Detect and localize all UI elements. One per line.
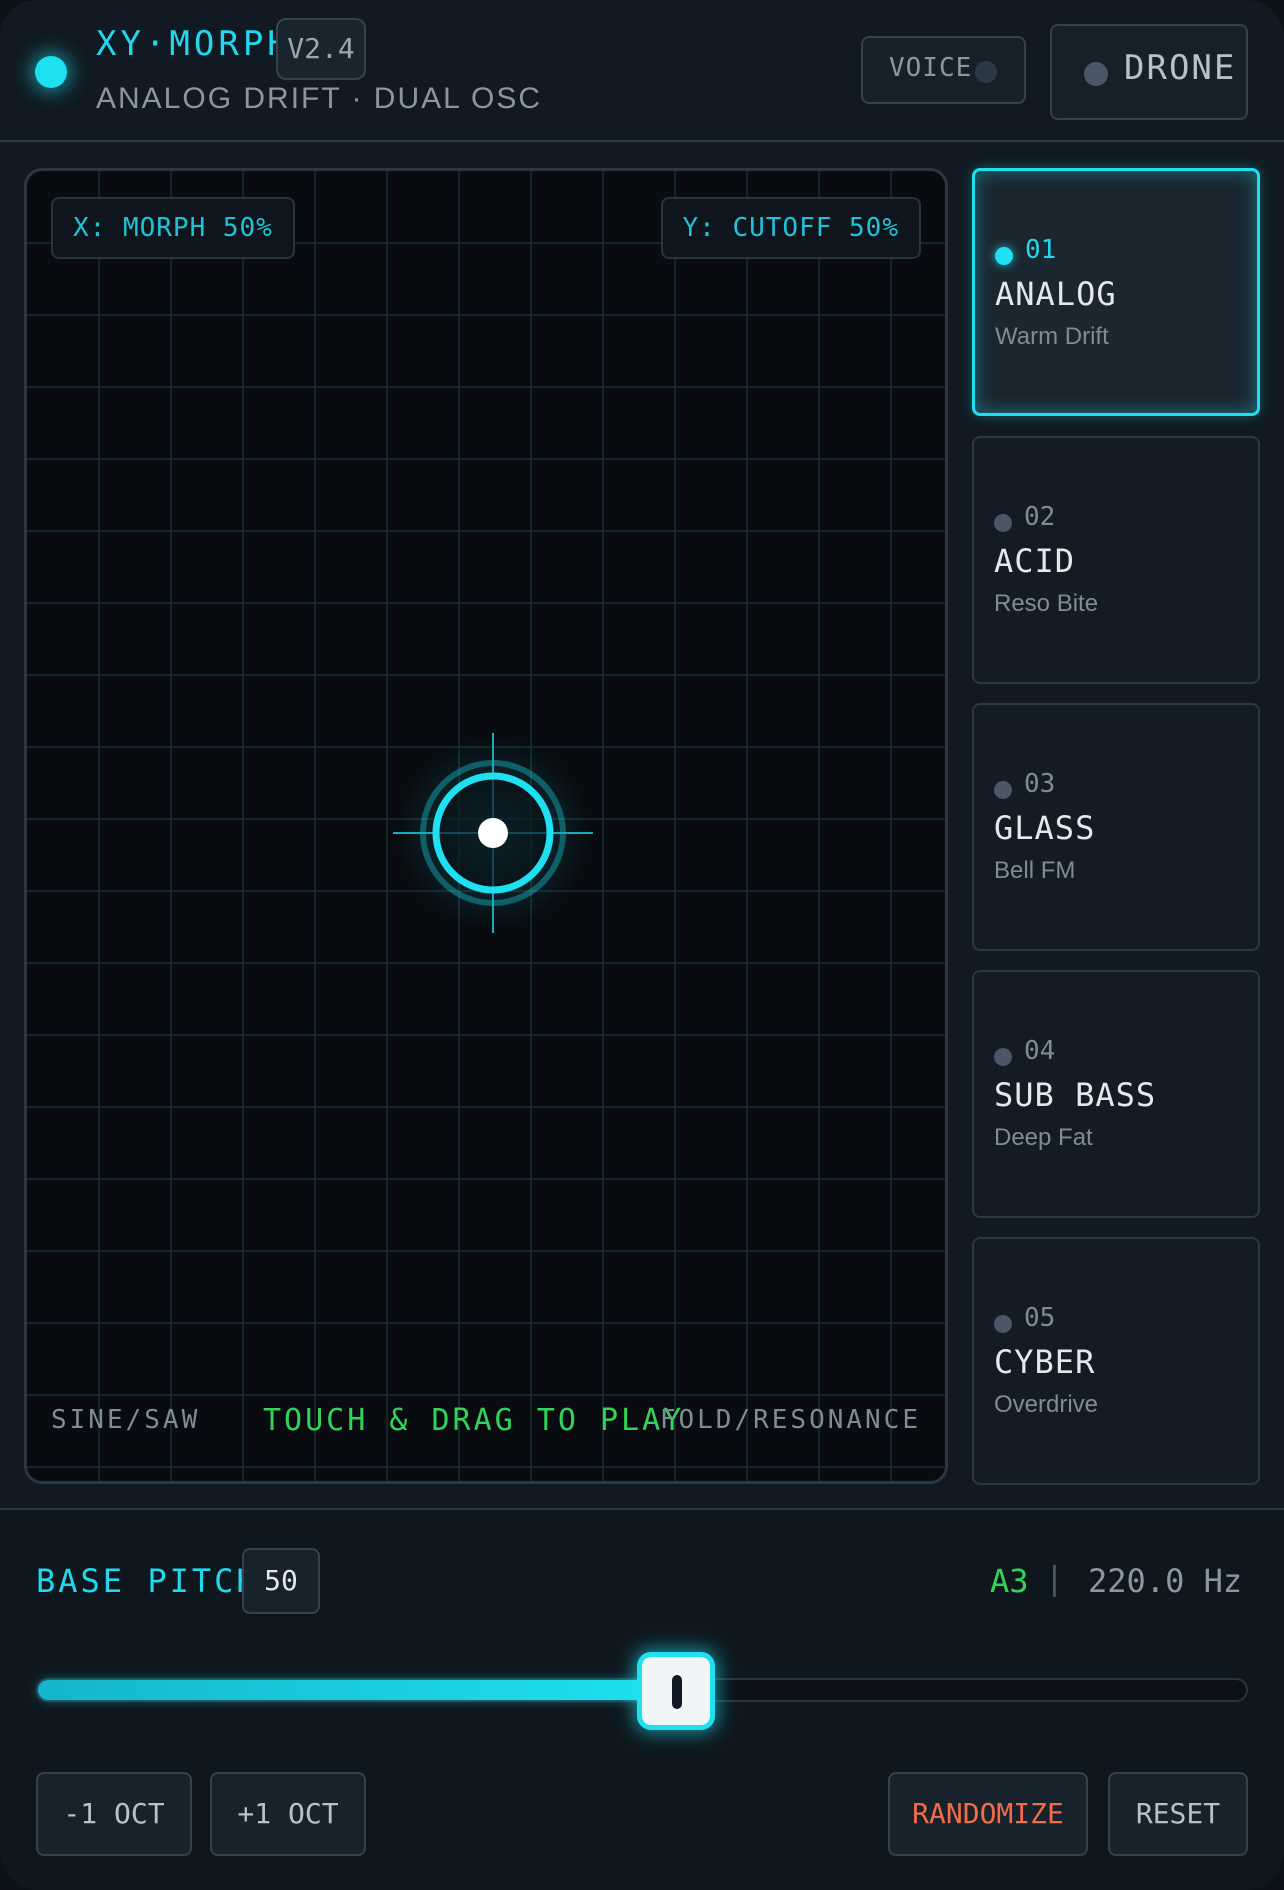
preset-name: ANALOG <box>995 275 1117 313</box>
preset-name: CYBER <box>994 1343 1096 1381</box>
base-pitch-slider-thumb[interactable] <box>637 1652 715 1730</box>
xy-instruction: TOUCH & DRAG TO PLAY <box>263 1403 685 1438</box>
preset-card-acid[interactable]: 02 ACID Reso Bite <box>972 436 1260 684</box>
preset-description: Bell FM <box>994 857 1076 884</box>
base-pitch-slider-fill <box>38 1680 654 1700</box>
slider-grip-icon <box>672 1675 682 1709</box>
x-max-label: FOLD/RESONANCE <box>659 1405 921 1435</box>
preset-card-analog[interactable]: 01 ANALOG Warm Drift <box>972 168 1260 416</box>
octave-down-button[interactable]: -1 OCT <box>36 1772 192 1856</box>
app-subtitle: ANALOG DRIFT · DUAL OSC <box>96 82 543 115</box>
synth-app: XY·MORPH V2.4 ANALOG DRIFT · DUAL OSC VO… <box>0 0 1284 1890</box>
octave-up-button[interactable]: +1 OCT <box>210 1772 366 1856</box>
preset-description: Deep Fat <box>994 1124 1093 1151</box>
base-pitch-label: BASE PITCH <box>36 1562 259 1600</box>
xy-pad[interactable]: X: MORPH 50% Y: CUTOFF 50% SINE/SAW TOUC… <box>24 168 948 1484</box>
x-axis-readout: X: MORPH 50% <box>51 197 295 259</box>
drone-toggle-button[interactable]: DRONE <box>1050 24 1248 120</box>
preset-card-sub-bass[interactable]: 04 SUB BASS Deep Fat <box>972 970 1260 1218</box>
preset-number: 02 <box>1024 502 1056 532</box>
base-pitch-value-field[interactable]: 50 <box>242 1548 320 1614</box>
preset-led-icon <box>994 1048 1012 1066</box>
preset-description: Warm Drift <box>995 323 1109 350</box>
xy-pad-footer: SINE/SAW TOUCH & DRAG TO PLAY FOLD/RESON… <box>27 1381 945 1481</box>
note-name: A3 <box>990 1562 1029 1600</box>
preset-led-icon <box>994 1315 1012 1333</box>
randomize-button[interactable]: RANDOMIZE <box>888 1772 1088 1856</box>
note-frequency: 220.0 Hz <box>1088 1562 1243 1600</box>
preset-led-icon <box>994 781 1012 799</box>
voice-label: VOICE <box>889 53 973 83</box>
preset-number: 03 <box>1024 769 1056 799</box>
preset-card-cyber[interactable]: 05 CYBER Overdrive <box>972 1237 1260 1485</box>
preset-number: 04 <box>1024 1036 1056 1066</box>
header-bar: XY·MORPH V2.4 ANALOG DRIFT · DUAL OSC VO… <box>0 0 1284 142</box>
app-title: XY·MORPH <box>96 24 292 64</box>
preset-name: ACID <box>994 542 1076 580</box>
version-badge: V2.4 <box>276 18 366 80</box>
note-separator: | <box>1050 1560 1059 1598</box>
preset-number: 05 <box>1024 1303 1056 1333</box>
power-indicator-icon <box>35 56 67 88</box>
pitch-controls-panel: BASE PITCH 50 A3 | 220.0 Hz -1 OCT +1 OC… <box>0 1508 1284 1890</box>
preset-description: Overdrive <box>994 1391 1099 1418</box>
preset-led-icon <box>994 514 1012 532</box>
xy-cursor-handle[interactable] <box>393 733 593 933</box>
x-min-label: SINE/SAW <box>51 1405 201 1435</box>
reset-button[interactable]: RESET <box>1108 1772 1248 1856</box>
preset-number: 01 <box>1025 235 1057 265</box>
preset-name: GLASS <box>994 809 1096 847</box>
preset-name: SUB BASS <box>994 1076 1157 1114</box>
drone-label: DRONE <box>1124 48 1237 88</box>
voice-led-icon <box>975 61 997 83</box>
y-axis-readout: Y: CUTOFF 50% <box>660 197 921 259</box>
drone-led-icon <box>1084 62 1108 86</box>
preset-card-glass[interactable]: 03 GLASS Bell FM <box>972 703 1260 951</box>
voice-toggle-button[interactable]: VOICE <box>861 36 1026 104</box>
preset-description: Reso Bite <box>994 590 1099 617</box>
preset-led-icon <box>995 247 1013 265</box>
